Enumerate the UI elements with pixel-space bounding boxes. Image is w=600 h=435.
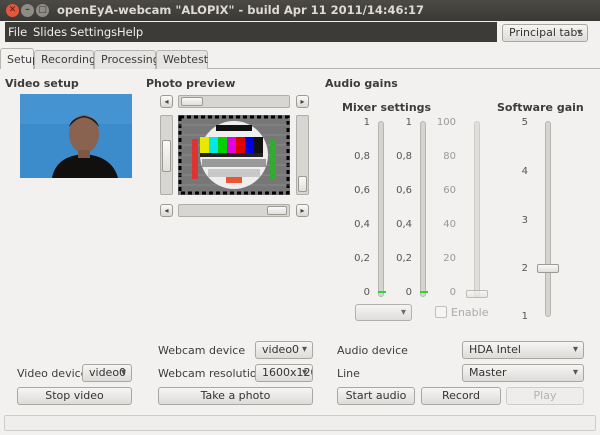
arrow-left-icon[interactable]: ◂ bbox=[160, 95, 173, 108]
play-button[interactable]: Play bbox=[506, 387, 584, 405]
webcam-video-feed bbox=[20, 94, 132, 178]
scroll-thumb[interactable] bbox=[181, 97, 203, 106]
arrow-right-icon[interactable]: ▸ bbox=[296, 204, 309, 217]
line-select[interactable]: Master bbox=[462, 364, 584, 382]
tick-label: 100 bbox=[436, 117, 456, 128]
menu-help[interactable]: Help bbox=[117, 25, 143, 39]
photo-preview-heading: Photo preview bbox=[146, 77, 236, 90]
webcam-resolution-value: 1600x120 bbox=[262, 366, 313, 379]
tick-label: 0,4 bbox=[354, 219, 370, 230]
video-setup-heading: Video setup bbox=[5, 77, 79, 90]
test-pattern-image bbox=[178, 115, 290, 195]
scroll-thumb[interactable] bbox=[267, 206, 287, 215]
software-gain-heading: Software gain bbox=[497, 101, 584, 114]
tick-label: 5 bbox=[521, 117, 528, 128]
enable-checkbox[interactable] bbox=[435, 306, 447, 318]
software-gain-slider-handle[interactable] bbox=[537, 264, 559, 273]
audio-device-select[interactable]: HDA Intel bbox=[462, 341, 584, 359]
mixer-level-indicator-2 bbox=[420, 291, 428, 293]
webcam-resolution-label: Webcam resolution bbox=[158, 367, 264, 380]
menu-settings[interactable]: Settings bbox=[70, 25, 117, 39]
volume-slider-handle[interactable] bbox=[466, 290, 488, 298]
mixer-level-meter-1 bbox=[378, 121, 384, 297]
mixer-settings-heading: Mixer settings bbox=[342, 101, 432, 114]
tick-label: 0,6 bbox=[396, 185, 412, 196]
take-photo-button[interactable]: Take a photo bbox=[158, 387, 313, 405]
minimize-icon[interactable]: – bbox=[21, 4, 34, 17]
tick-label: 0,6 bbox=[354, 185, 370, 196]
video-device-select[interactable]: video0 bbox=[82, 364, 132, 382]
principal-tabs-value: Principal tabs bbox=[509, 26, 584, 39]
maximize-icon[interactable]: □ bbox=[36, 4, 49, 17]
menu-slides[interactable]: Slides bbox=[33, 25, 67, 39]
tick-label: 0,8 bbox=[354, 151, 370, 162]
tick-label: 3 bbox=[521, 215, 528, 226]
status-bar bbox=[4, 415, 596, 431]
tick-label: 80 bbox=[443, 151, 456, 162]
webcam-resolution-select[interactable]: 1600x120 bbox=[255, 364, 313, 382]
tick-label: 1 bbox=[405, 117, 412, 128]
window-title: openEyA-webcam "ALOPIX" - build Apr 11 2… bbox=[57, 3, 425, 17]
tab-recording[interactable]: Recording bbox=[34, 50, 96, 69]
preview-scroll-bottom[interactable] bbox=[178, 204, 290, 217]
tick-label: 0,2 bbox=[396, 253, 412, 264]
tick-label: 0,4 bbox=[396, 219, 412, 230]
tab-processing[interactable]: Processing bbox=[94, 50, 160, 69]
preview-scroll-left[interactable] bbox=[160, 115, 173, 195]
window-titlebar: ✕ – □ openEyA-webcam "ALOPIX" - build Ap… bbox=[0, 0, 600, 21]
preview-scroll-right[interactable] bbox=[296, 115, 309, 195]
start-audio-button[interactable]: Start audio bbox=[337, 387, 415, 405]
arrow-right-icon[interactable]: ▸ bbox=[296, 95, 309, 108]
volume-ticks: 100 80 60 40 20 0 bbox=[432, 117, 456, 299]
software-gain-ticks: 5 4 3 2 1 bbox=[512, 117, 528, 322]
line-value: Master bbox=[469, 366, 507, 379]
mixer-ticks-2: 1 0,8 0,6 0,4 0,2 0 bbox=[392, 117, 412, 299]
scroll-thumb[interactable] bbox=[298, 176, 307, 192]
mixer-ticks-1: 1 0,8 0,6 0,4 0,2 0 bbox=[350, 117, 370, 299]
software-gain-slider-track[interactable] bbox=[545, 121, 551, 317]
tick-label: 60 bbox=[443, 185, 456, 196]
tab-setup[interactable]: Setup bbox=[0, 48, 39, 69]
webcam-device-select[interactable]: video0 bbox=[255, 341, 313, 359]
principal-tabs-select[interactable]: Principal tabs bbox=[502, 24, 588, 42]
tick-label: 40 bbox=[443, 219, 456, 230]
tick-label: 0,8 bbox=[396, 151, 412, 162]
video-device-value: video0 bbox=[89, 366, 127, 379]
video-device-label: Video device bbox=[17, 367, 88, 380]
stop-video-button[interactable]: Stop video bbox=[17, 387, 132, 405]
tick-label: 4 bbox=[521, 166, 528, 177]
tick-label: 0 bbox=[449, 287, 456, 298]
mixer-level-meter-2 bbox=[420, 121, 426, 297]
mixer-level-indicator-1 bbox=[378, 291, 386, 293]
mixer-channel-select[interactable] bbox=[355, 304, 412, 321]
scroll-thumb[interactable] bbox=[162, 140, 171, 172]
menu-file[interactable]: File bbox=[8, 25, 27, 39]
tick-label: 0 bbox=[405, 287, 412, 298]
line-label: Line bbox=[337, 367, 360, 380]
tick-label: 2 bbox=[521, 263, 528, 274]
arrow-left-icon[interactable]: ◂ bbox=[160, 204, 173, 217]
tick-label: 20 bbox=[443, 253, 456, 264]
webcam-device-value: video0 bbox=[262, 343, 300, 356]
tick-label: 1 bbox=[363, 117, 370, 128]
preview-scroll-top[interactable] bbox=[178, 95, 290, 108]
webcam-device-label: Webcam device bbox=[158, 344, 246, 357]
volume-slider-track[interactable] bbox=[474, 121, 480, 297]
audio-device-label: Audio device bbox=[337, 344, 408, 357]
close-icon[interactable]: ✕ bbox=[6, 4, 19, 17]
enable-label: Enable bbox=[451, 306, 489, 319]
tick-label: 0,2 bbox=[354, 253, 370, 264]
audio-device-value: HDA Intel bbox=[469, 343, 521, 356]
audio-gains-heading: Audio gains bbox=[325, 77, 398, 90]
tick-label: 0 bbox=[363, 287, 370, 298]
tab-webtest[interactable]: Webtest bbox=[156, 50, 208, 69]
menu-bar: File Slides Settings Help bbox=[5, 22, 497, 42]
tick-label: 1 bbox=[521, 311, 528, 322]
record-button[interactable]: Record bbox=[421, 387, 501, 405]
